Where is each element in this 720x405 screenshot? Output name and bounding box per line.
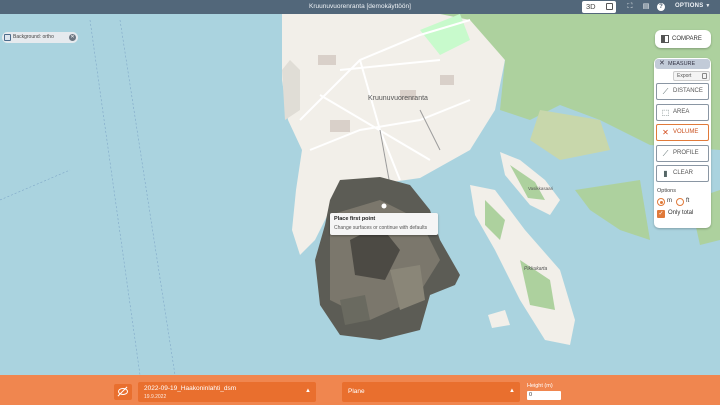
tool-clear-button[interactable]: ▮ CLEAR — [656, 165, 709, 182]
compare-icon — [661, 35, 669, 43]
compare-button[interactable]: COMPARE — [655, 30, 711, 48]
chevron-down-icon: ▼ — [705, 3, 711, 9]
measure-header[interactable]: ✕ MEASURE — [655, 59, 710, 69]
view-3d-label: 3D — [586, 2, 596, 11]
close-icon[interactable]: ✕ — [659, 59, 665, 69]
layers-icon — [4, 34, 11, 41]
tool-profile-button[interactable]: ⟋ PROFILE — [656, 145, 709, 162]
chevron-down-icon: ▲ — [509, 388, 515, 394]
close-icon[interactable]: ✕ — [69, 34, 76, 41]
measure-label: MEASURE — [668, 61, 696, 67]
tool-label: DISTANCE — [673, 88, 703, 94]
dataset-date: 19.9.2022 — [144, 394, 167, 400]
area-icon: ⬚ — [661, 108, 670, 117]
tool-label: CLEAR — [673, 170, 694, 176]
tool-area-button[interactable]: ⬚ AREA — [656, 104, 709, 121]
volume-icon: ✕ — [662, 128, 669, 137]
tool-label: PROFILE — [673, 150, 699, 156]
height-label: Height (m) — [527, 383, 553, 389]
height-input[interactable]: 0 — [527, 391, 561, 400]
compare-label: COMPARE — [672, 36, 702, 42]
only-total-checkbox[interactable]: ✓ — [657, 210, 665, 218]
export-button[interactable]: Export — [673, 71, 710, 81]
top-bar: Kruunuvuorenranta [demokäyttöön] 3D ⛶ ▤ … — [0, 0, 720, 14]
distance-icon: ⟋ — [662, 87, 669, 96]
options-heading: Options — [657, 188, 676, 194]
options-label: OPTIONS — [675, 3, 704, 9]
surface-select[interactable]: Plane ▲ — [342, 382, 520, 402]
profile-icon: ⟋ — [662, 149, 669, 158]
trash-icon: ▮ — [663, 169, 668, 178]
open-external-icon — [606, 3, 613, 10]
help-icon[interactable]: ? — [657, 3, 665, 11]
toggle-visibility-button[interactable] — [114, 384, 132, 400]
unit-m-label: m — [667, 198, 672, 204]
unit-ft-radio[interactable] — [676, 198, 684, 206]
export-label: Export — [677, 73, 692, 79]
surface-value: Plane — [348, 388, 365, 395]
tooltip-title: Place first point — [334, 216, 376, 222]
background-layer-label: Background: ortho — [13, 34, 54, 40]
tool-label: VOLUME — [673, 129, 699, 135]
unit-m-radio[interactable] — [657, 198, 665, 206]
tooltip-hint: Change surfaces or continue with default… — [334, 225, 428, 231]
fullscreen-icon[interactable]: ⛶ — [626, 3, 634, 11]
tool-volume-button[interactable]: ✕ VOLUME — [656, 124, 709, 141]
dataset-name: 2022-09-19_Haakoninlahti_dsm — [144, 385, 237, 392]
lock-icon — [702, 73, 707, 79]
only-total-label: Only total — [668, 210, 694, 216]
tool-distance-button[interactable]: ⟋ DISTANCE — [656, 83, 709, 100]
print-icon[interactable]: ▤ — [642, 3, 650, 11]
background-layer-chip[interactable]: Background: ortho ✕ — [2, 32, 78, 43]
view-3d-button[interactable]: 3D — [582, 1, 616, 13]
measure-tooltip: Place first point Change surfaces or con… — [330, 213, 438, 235]
dataset-select[interactable]: 2022-09-19_Haakoninlahti_dsm 19.9.2022 ▲ — [138, 382, 316, 402]
chevron-down-icon: ▲ — [305, 388, 311, 394]
map-canvas[interactable]: Kruunuvuorenranta Vasikkasaari Pikkukart… — [0, 0, 720, 405]
island-label-large: Pikkukarta — [524, 266, 548, 272]
district-label: Kruunuvuorenranta — [368, 95, 428, 102]
options-menu[interactable]: OPTIONS ▼ — [675, 3, 711, 9]
unit-ft-label: ft — [686, 198, 690, 204]
measure-cursor — [381, 203, 387, 209]
tool-label: AREA — [673, 109, 690, 115]
island-label-small: Vasikkasaari — [528, 186, 553, 191]
